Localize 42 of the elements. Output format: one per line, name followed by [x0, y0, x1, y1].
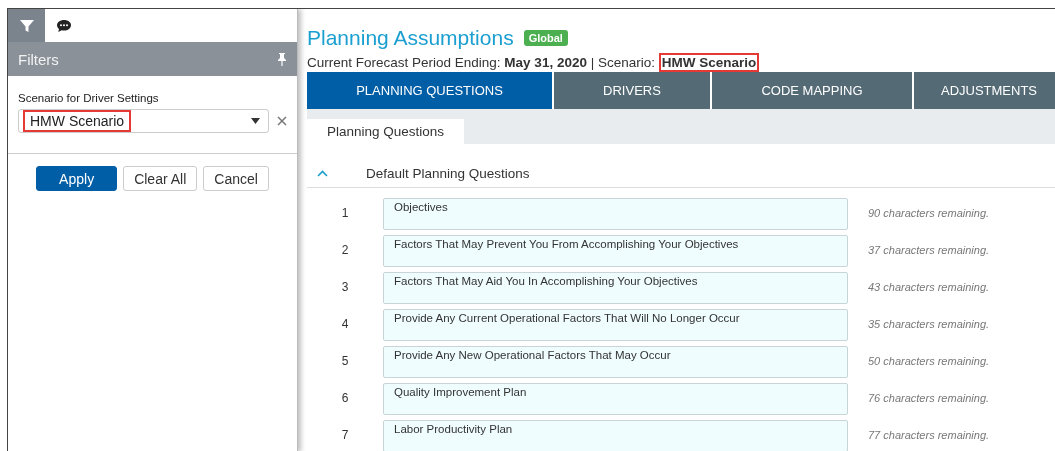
nav-tab[interactable]: ADJUSTMENTS — [914, 72, 1055, 109]
characters-remaining: 90 characters remaining. — [868, 206, 990, 219]
question-field[interactable]: Objectives — [383, 198, 848, 230]
row-number: 2 — [340, 242, 350, 257]
row-number: 3 — [340, 279, 350, 294]
apply-button[interactable]: Apply — [36, 166, 118, 191]
question-field[interactable]: Quality Improvement Plan — [383, 383, 848, 415]
close-icon[interactable] — [277, 116, 287, 126]
question-field[interactable]: Provide Any Current Operational Factors That Will No Longer Occur — [383, 309, 848, 341]
panel-title: Filters — [18, 50, 59, 68]
chat-bubble-icon — [55, 18, 72, 33]
filter-icon — [18, 17, 35, 34]
sub-tab[interactable]: Planning Questions — [307, 119, 465, 144]
characters-remaining: 76 characters remaining. — [868, 391, 990, 404]
question-field[interactable]: Labor Productivity Plan — [383, 420, 848, 451]
question-field[interactable]: Provide Any New Operational Factors That May Occur — [383, 346, 848, 378]
nav-tab[interactable]: CODE MAPPING — [712, 72, 912, 109]
scope-badge: Global — [523, 30, 568, 46]
pin-icon[interactable] — [277, 52, 287, 66]
characters-remaining: 35 characters remaining. — [868, 317, 990, 330]
characters-remaining: 37 characters remaining. — [868, 243, 990, 256]
question-field[interactable]: Factors That May Aid You In Accomplishing Your Objectives — [383, 272, 848, 304]
characters-remaining: 43 characters remaining. — [868, 280, 990, 293]
question-field[interactable]: Factors That May Prevent You From Accomplishing Your Objectives — [383, 235, 848, 267]
nav-tab[interactable]: DRIVERS — [554, 72, 710, 109]
scenario-dropdown[interactable]: HMW Scenario — [18, 109, 269, 133]
secondary-button[interactable]: Cancel — [203, 166, 269, 191]
row-number: 5 — [340, 353, 350, 368]
forecast-info: Current Forecast Period Ending: May 31, 2020 | Scenario: HMW Scenario — [307, 55, 1055, 70]
page-title: Planning Assumptions — [307, 26, 514, 50]
characters-remaining: 77 characters remaining. — [868, 428, 990, 441]
row-number: 4 — [340, 316, 350, 331]
secondary-button[interactable]: Clear All — [123, 166, 198, 191]
chevron-up-icon[interactable] — [317, 170, 328, 177]
row-number: 1 — [340, 205, 350, 220]
caret-icon — [251, 118, 260, 124]
section-title: Default Planning Questions — [366, 166, 530, 181]
row-number: 6 — [340, 390, 350, 405]
characters-remaining: 50 characters remaining. — [868, 354, 990, 367]
field-label: Scenario for Driver Settings — [18, 92, 160, 104]
row-number: 7 — [340, 427, 350, 442]
nav-tab[interactable]: PLANNING QUESTIONS — [307, 72, 552, 109]
